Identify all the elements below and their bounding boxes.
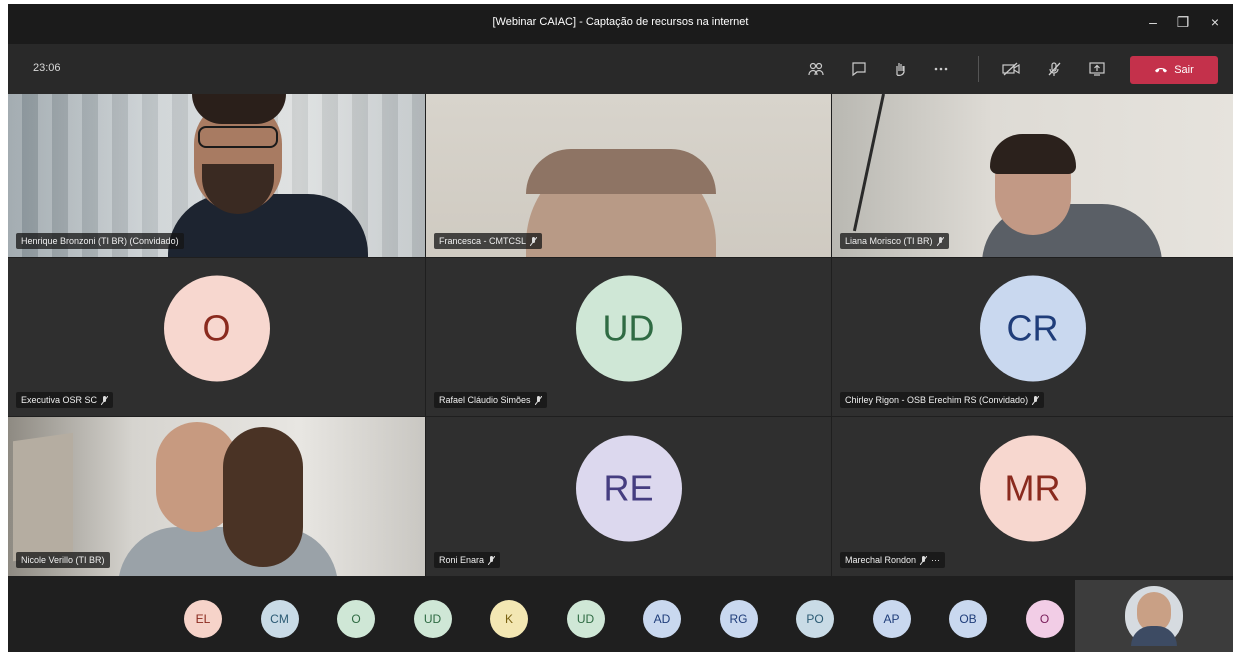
participant-tile-avatar[interactable]: UD Rafael Cláudio Simões xyxy=(426,258,831,416)
raise-hand-icon[interactable] xyxy=(889,58,911,80)
participant-tile-avatar[interactable]: MR Marechal Rondon ··· xyxy=(832,417,1233,576)
mic-muted-icon xyxy=(101,395,109,405)
participant-name: Francesca - CMTCSL xyxy=(439,236,527,246)
participant-name: Nicole Verillo (TI BR) xyxy=(21,555,105,565)
participant-avatar-small[interactable]: RG xyxy=(719,600,758,638)
participant-body xyxy=(168,194,368,257)
participant-name-tag: Nicole Verillo (TI BR) xyxy=(16,552,110,568)
participant-name-tag: Roni Enara xyxy=(434,552,501,568)
participant-name-tag: Francesca - CMTCSL xyxy=(434,233,543,249)
participant-tile-video[interactable]: Liana Morisco (TI BR) xyxy=(832,94,1233,257)
minimize-button[interactable]: – xyxy=(1143,14,1163,30)
participant-tile-avatar[interactable]: O Executiva OSR SC xyxy=(8,258,425,416)
mic-muted-icon xyxy=(534,395,542,405)
participant-tile-video[interactable]: Henrique Bronzoni (TI BR) (Convidado) xyxy=(8,94,425,257)
cable xyxy=(852,94,885,232)
participant-name: Liana Morisco (TI BR) xyxy=(845,236,933,246)
chat-icon[interactable] xyxy=(848,58,870,80)
teams-meeting-window: [Webinar CAIAC] - Captação de recursos n… xyxy=(8,4,1233,652)
title-bar: [Webinar CAIAC] - Captação de recursos n… xyxy=(8,4,1233,44)
meeting-toolbar: 23:06 Sair xyxy=(8,44,1233,94)
leave-label: Sair xyxy=(1174,64,1194,76)
mic-muted-icon xyxy=(488,555,496,565)
participant-avatar-small[interactable]: CM xyxy=(260,600,299,638)
participant-avatar: RE xyxy=(575,435,682,542)
participant-avatar-small[interactable]: AD xyxy=(643,600,681,638)
participant-hair xyxy=(223,427,303,567)
participant-tile-video[interactable]: Francesca - CMTCSL xyxy=(426,94,831,257)
mic-muted-icon xyxy=(530,236,538,246)
participant-name-tag: Chirley Rigon - OSB Erechim RS (Convidad… xyxy=(840,392,1045,408)
share-screen-icon[interactable] xyxy=(1086,58,1108,80)
participant-name-tag: Marechal Rondon ··· xyxy=(840,552,946,568)
mic-muted-icon xyxy=(936,236,944,246)
toolbar-divider xyxy=(978,56,979,82)
mic-muted-icon xyxy=(1032,395,1040,405)
participant-name: Rafael Cláudio Simões xyxy=(439,395,531,405)
participant-hair xyxy=(526,149,716,194)
participant-avatar-small[interactable]: OB xyxy=(949,600,987,638)
close-button[interactable]: × xyxy=(1205,14,1225,30)
participant-avatar-small[interactable]: EL xyxy=(184,600,222,638)
participant-avatar-small[interactable]: O xyxy=(337,600,375,638)
participant-avatar: MR xyxy=(979,435,1086,542)
participant-avatar: UD xyxy=(575,275,682,382)
participant-avatar-small[interactable]: PO xyxy=(796,600,834,638)
participant-name-tag: Henrique Bronzoni (TI BR) (Convidado) xyxy=(16,233,184,249)
participant-avatar: CR xyxy=(979,275,1086,382)
participant-strip: EL CM O UD K UD AD RG PO AP OB O xyxy=(8,580,1233,652)
leave-button[interactable]: Sair xyxy=(1130,56,1218,84)
participant-avatar-small[interactable]: UD xyxy=(413,600,452,638)
meeting-timer: 23:06 xyxy=(33,62,61,74)
participant-avatar-small[interactable]: O xyxy=(1025,600,1064,638)
participant-avatar-small[interactable]: AP xyxy=(872,600,911,638)
maximize-button[interactable]: ❐ xyxy=(1173,14,1193,31)
participant-name-tag: Executiva OSR SC xyxy=(16,392,114,408)
participant-name-tag: Liana Morisco (TI BR) xyxy=(840,233,949,249)
mic-muted-icon xyxy=(920,555,928,565)
camera-off-icon[interactable] xyxy=(1000,58,1022,80)
window-title: [Webinar CAIAC] - Captação de recursos n… xyxy=(492,16,749,28)
participant-glasses xyxy=(198,126,278,148)
self-view-video[interactable] xyxy=(1075,580,1233,652)
hang-up-icon xyxy=(1154,64,1168,76)
whiteboard-background xyxy=(13,432,73,562)
participant-name: Roni Enara xyxy=(439,555,485,565)
participant-tile-avatar[interactable]: CR Chirley Rigon - OSB Erechim RS (Convi… xyxy=(832,258,1233,416)
participants-icon[interactable] xyxy=(805,58,827,80)
participant-avatar-small[interactable]: UD xyxy=(566,600,605,638)
more-options-icon[interactable] xyxy=(930,58,952,80)
participant-name: Executiva OSR SC xyxy=(21,395,98,405)
participant-name: Henrique Bronzoni (TI BR) (Convidado) xyxy=(21,236,179,246)
participant-name: Chirley Rigon - OSB Erechim RS (Convidad… xyxy=(845,395,1029,405)
mic-off-icon[interactable] xyxy=(1043,58,1065,80)
participant-hair xyxy=(990,134,1076,174)
participant-name-tag: Rafael Cláudio Simões xyxy=(434,392,547,408)
participant-tile-video[interactable]: Nicole Verillo (TI BR) xyxy=(8,417,425,576)
participant-more-options[interactable]: ··· xyxy=(931,555,940,565)
participant-name: Marechal Rondon xyxy=(845,555,917,565)
participant-avatar-small[interactable]: K xyxy=(490,600,528,638)
participant-tile-avatar[interactable]: RE Roni Enara xyxy=(426,417,831,576)
participant-avatar: O xyxy=(163,275,270,382)
